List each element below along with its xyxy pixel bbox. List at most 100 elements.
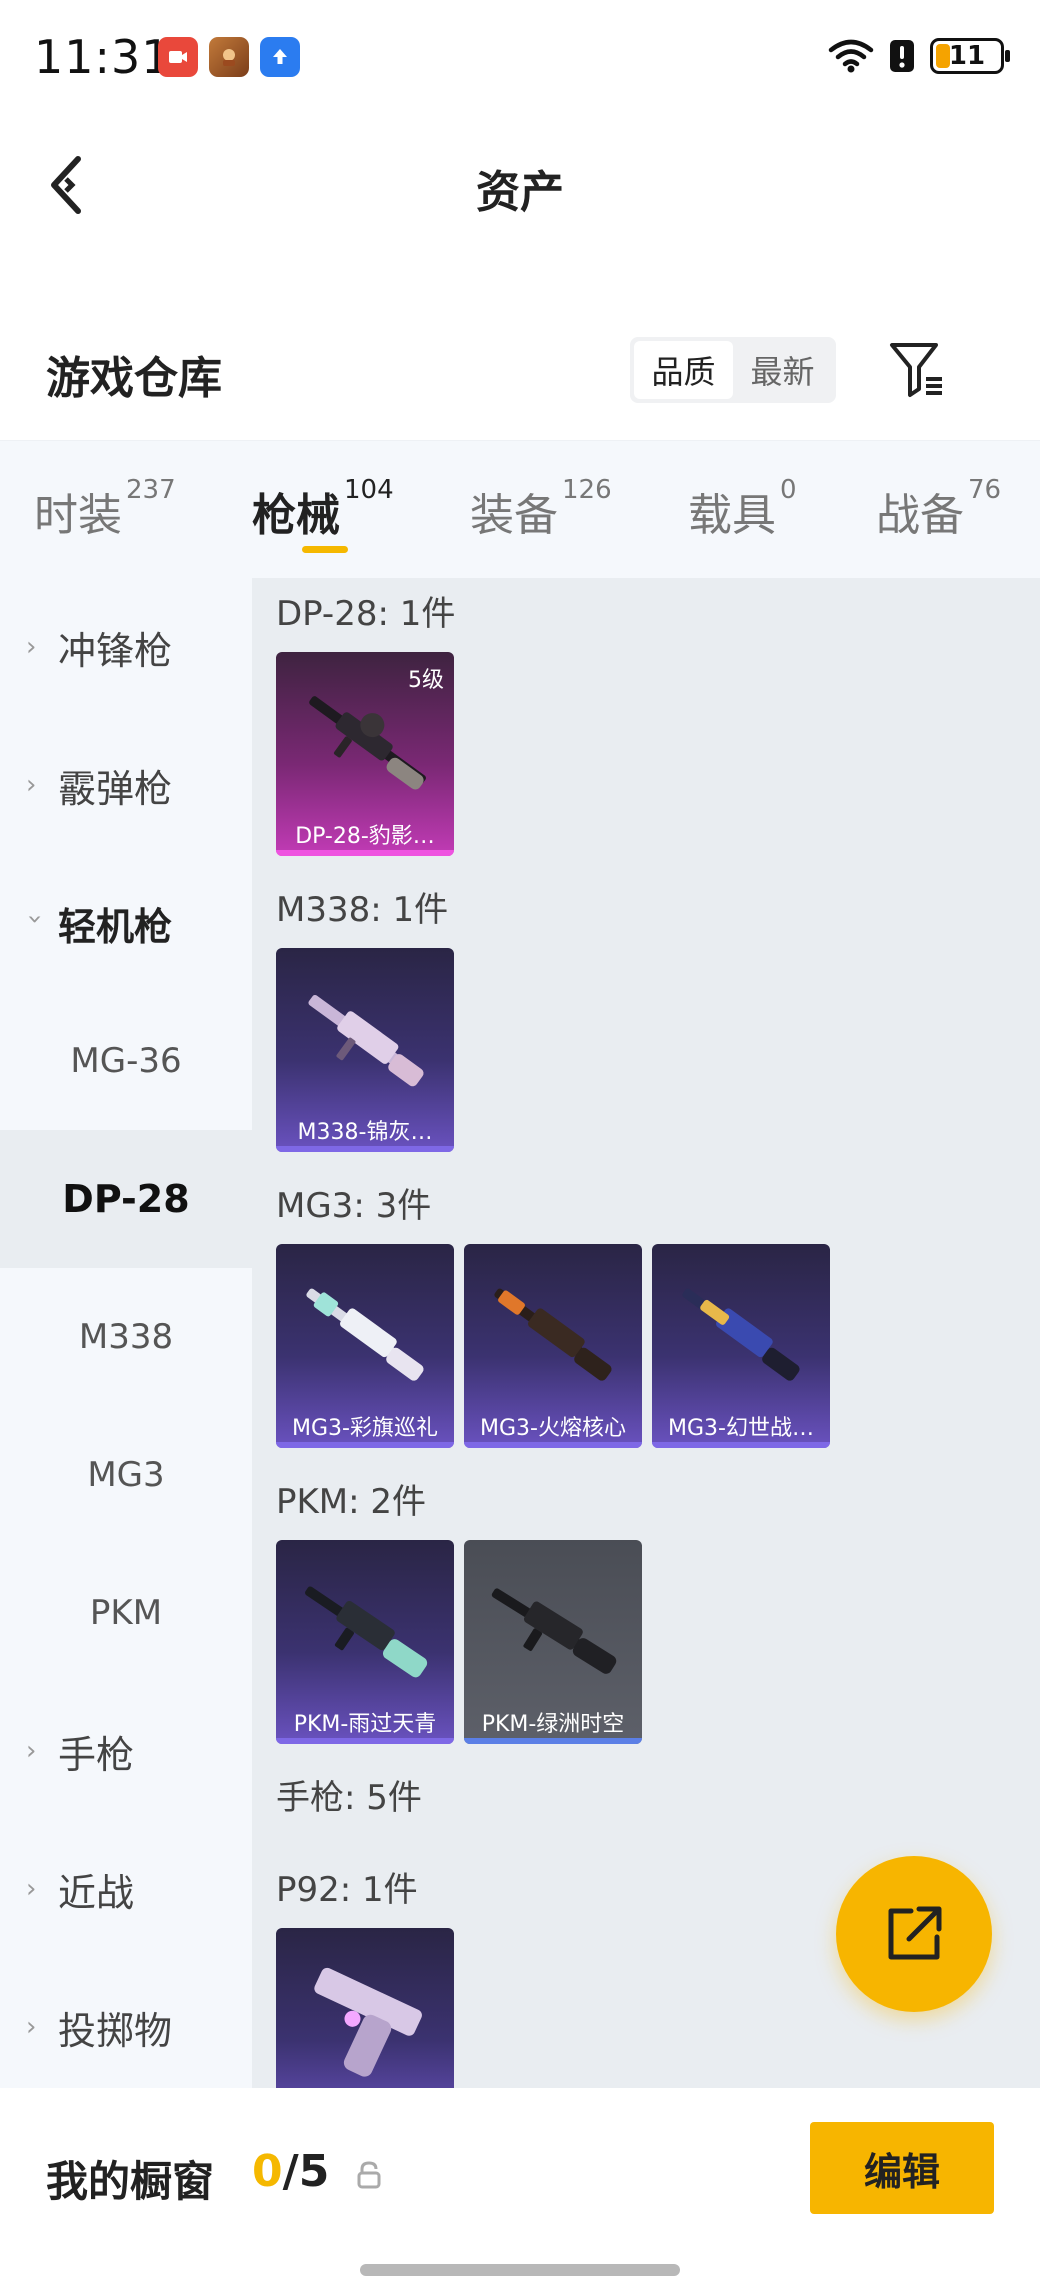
sidebar-item-label: 投掷物 [58,2008,173,2053]
tab-label: 战备 [876,490,964,541]
edit-button[interactable]: 编辑 [810,2122,994,2214]
showcase-label: 我的橱窗 [46,2157,215,2206]
tab-vehicles[interactable]: 载具 0 [688,475,797,543]
sort-quality[interactable]: 品质 [634,341,733,399]
clock: 11:31 [34,30,172,84]
section-title: 手枪: 5件 [276,1778,422,1818]
rarity-bar [276,1146,454,1152]
showcase-bar: 我的橱窗 0/5 编辑 [0,2088,1040,2295]
chevron-right-icon: › [26,1874,37,1904]
tab-fashion[interactable]: 时装 237 [34,475,176,543]
level-badge: 5级 [408,668,444,693]
home-indicator[interactable] [360,2264,680,2276]
rarity-bar [464,1442,642,1448]
sort-toggle: 品质 最新 [630,337,836,403]
sidebar-item-smg[interactable]: › 冲锋枪 [0,578,252,716]
sidebar-item-label: 近战 [58,1870,135,1915]
rarity-bar [276,1442,454,1448]
weapon-name: PKM-绿洲时空 [481,1712,625,1737]
tab-label: 装备 [470,490,558,541]
warehouse-title: 游戏仓库 [46,353,222,404]
category-tabs: 时装 237 枪械 104 装备 126 载具 0 战备 76 [0,440,1040,578]
weapon-card[interactable]: MG3-幻世战… [652,1244,830,1448]
game-app-icon [209,37,249,77]
weapon-card[interactable]: PKM-绿洲时空 [464,1540,642,1744]
status-bar: 11:31 11 [0,0,1040,120]
sidebar-sub-pkm[interactable]: PKM [0,1544,252,1682]
sidebar-item-throwables[interactable]: › 投掷物 [0,1958,252,2096]
tab-label: 枪械 [252,490,340,541]
weapon-name: DP-28-豹影… [295,824,435,849]
weapon-card[interactable]: MG3-彩旗巡礼 [276,1244,454,1448]
tab-count: 237 [126,475,176,505]
sidebar-item-melee[interactable]: › 近战 [0,1820,252,1958]
rarity-bar [652,1442,830,1448]
showcase-count: 0/5 [252,2146,329,2197]
screen-record-icon [158,37,198,77]
wifi-icon [828,39,874,73]
showcase-total: /5 [282,2146,330,2197]
weapon-card[interactable] [276,1928,454,2088]
chevron-right-icon: › [26,1736,37,1766]
tab-combat-gear[interactable]: 战备 76 [876,475,1001,543]
tab-count: 104 [344,475,394,505]
sidebar-sub-dp28[interactable]: DP-28 [0,1130,252,1268]
sidebar-item-lmg[interactable]: › 轻机枪 [0,854,252,992]
tab-label: 载具 [688,490,776,541]
weapon-name: MG3-彩旗巡礼 [292,1416,438,1441]
sidebar-item-pistol[interactable]: › 手枪 [0,1682,252,1820]
weapon-name: MG3-火熔核心 [480,1416,626,1441]
weapon-card[interactable]: M338-锦灰… [276,948,454,1152]
weapon-name: M338-锦灰… [297,1120,433,1145]
warehouse-header: 游戏仓库 品质 最新 [0,320,1040,440]
tab-firearms[interactable]: 枪械 104 [252,475,394,543]
filter-button[interactable] [886,338,950,402]
share-icon [888,1906,942,1960]
section-title: PKM: 2件 [276,1482,427,1522]
weapon-card[interactable]: PKM-雨过天青 [276,1540,454,1744]
sidebar-sub-mg3[interactable]: MG3 [0,1406,252,1544]
lock-icon [357,2161,381,2189]
filter-icon [890,343,942,397]
sidebar-item-shotgun[interactable]: › 霰弹枪 [0,716,252,854]
tab-count: 0 [780,475,797,505]
sidebar-sub-mg36[interactable]: MG-36 [0,992,252,1130]
page-title: 资产 [476,167,564,218]
tab-equipment[interactable]: 装备 126 [470,475,612,543]
weapon-name: MG3-幻世战… [668,1416,814,1441]
sidebar-item-label: 霰弹枪 [58,766,173,811]
battery-icon: 11 [930,38,1010,74]
battery-level: 11 [948,41,986,71]
section-title: M338: 1件 [276,890,449,930]
rarity-bar [464,1738,642,1744]
alert-icon [890,40,914,72]
weapon-card[interactable]: 5级 DP-28-豹影… [276,652,454,856]
sidebar-sub-m338[interactable]: M338 [0,1268,252,1406]
section-title: MG3: 3件 [276,1186,432,1226]
chevron-right-icon: › [26,770,37,800]
upload-app-icon [260,37,300,77]
showcase-current: 0 [252,2146,283,2197]
share-fab-button[interactable] [836,1856,992,2012]
chevron-down-icon: › [20,914,50,925]
rarity-bar [276,1738,454,1744]
tab-count: 76 [968,475,1002,505]
nav-header: 资产 [0,120,1040,250]
sidebar-item-label: 手枪 [58,1732,135,1777]
system-icons: 11 [828,38,1010,74]
section-title: P92: 1件 [276,1870,418,1910]
chevron-right-icon: › [26,2012,37,2042]
sort-newest[interactable]: 最新 [733,341,832,399]
sidebar-item-label: 轻机枪 [58,904,173,949]
category-sidebar: › 冲锋枪 › 霰弹枪 › 轻机枪 MG-36 DP-28 M338 MG3 P… [0,578,252,2088]
tab-count: 126 [562,475,612,505]
section-title: DP-28: 1件 [276,594,456,634]
active-tab-indicator [302,546,348,553]
chevron-right-icon: › [26,632,37,662]
rarity-bar [276,850,454,856]
sidebar-item-label: 冲锋枪 [58,628,173,673]
weapon-card[interactable]: MG3-火熔核心 [464,1244,642,1448]
weapon-name: PKM-雨过天青 [293,1712,437,1737]
pistol-skin-icon [314,1967,422,2077]
tab-label: 时装 [34,490,122,541]
